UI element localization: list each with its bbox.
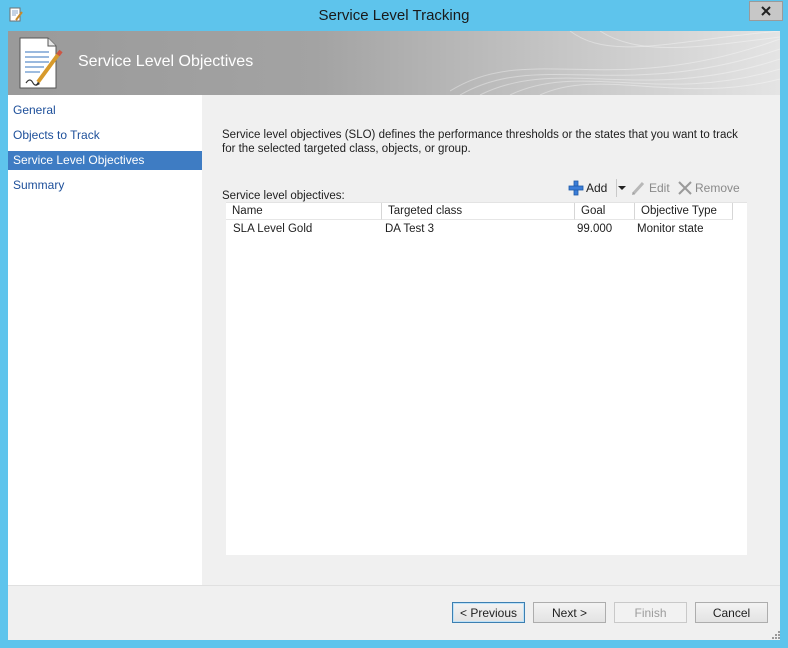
- objectives-toolbar: Add Edit Remove: [562, 177, 747, 199]
- close-button[interactable]: [749, 1, 783, 21]
- column-header-objective-type[interactable]: Objective Type: [635, 203, 733, 220]
- remove-button[interactable]: Remove: [678, 177, 740, 199]
- edit-button-label: Edit: [649, 181, 670, 195]
- nav-item-summary[interactable]: Summary: [8, 176, 202, 195]
- plus-icon: [568, 180, 584, 196]
- footer-divider: [8, 585, 780, 586]
- window-title: Service Level Tracking: [318, 7, 470, 24]
- close-icon: [761, 6, 771, 16]
- page-description: Service level objectives (SLO) defines t…: [222, 129, 738, 155]
- chevron-down-icon: [618, 186, 626, 190]
- column-header-name[interactable]: Name: [226, 203, 382, 220]
- document-signature-icon: [19, 37, 63, 89]
- nav-item-objects-to-track[interactable]: Objects to Track: [8, 126, 202, 145]
- grid-header: Name Targeted class Goal Objective Type: [226, 203, 747, 220]
- wizard-client-area: Service Level Objectives General Objects…: [8, 31, 780, 640]
- cancel-button[interactable]: Cancel: [695, 602, 768, 623]
- wizard-nav: General Objects to Track Service Level O…: [8, 95, 202, 585]
- remove-button-label: Remove: [695, 181, 740, 195]
- table-row[interactable]: SLA Level Gold DA Test 3 99.000 Monitor …: [226, 220, 747, 238]
- cell-targeted-class: DA Test 3: [385, 223, 435, 235]
- page-title: Service Level Objectives: [78, 53, 254, 70]
- objectives-grid[interactable]: Name Targeted class Goal Objective Type …: [226, 202, 747, 555]
- add-button-label: Add: [586, 181, 608, 195]
- nav-item-general[interactable]: General: [8, 101, 202, 120]
- next-button[interactable]: Next >: [533, 602, 606, 623]
- previous-button[interactable]: < Previous: [452, 602, 525, 623]
- edit-button[interactable]: Edit: [630, 177, 670, 199]
- nav-item-service-level-objectives[interactable]: Service Level Objectives: [8, 151, 202, 170]
- x-icon: [678, 181, 692, 195]
- cell-objective-type: Monitor state: [637, 223, 704, 235]
- finish-button[interactable]: Finish: [614, 602, 687, 623]
- wizard-banner: Service Level Objectives: [8, 31, 780, 95]
- title-bar: Service Level Tracking: [0, 0, 788, 31]
- resize-grip-icon[interactable]: [770, 629, 780, 639]
- add-button[interactable]: Add: [568, 177, 607, 199]
- banner-decoration: [450, 31, 780, 95]
- cell-goal: 99.000: [577, 223, 613, 235]
- wizard-page-content: Service level objectives (SLO) defines t…: [202, 95, 780, 585]
- objectives-list-label: Service level objectives:: [222, 190, 345, 202]
- add-dropdown-button[interactable]: [617, 177, 627, 199]
- cell-name: SLA Level Gold: [233, 223, 313, 235]
- column-header-goal[interactable]: Goal: [575, 203, 635, 220]
- pencil-icon: [631, 181, 645, 196]
- column-header-targeted-class[interactable]: Targeted class: [382, 203, 575, 220]
